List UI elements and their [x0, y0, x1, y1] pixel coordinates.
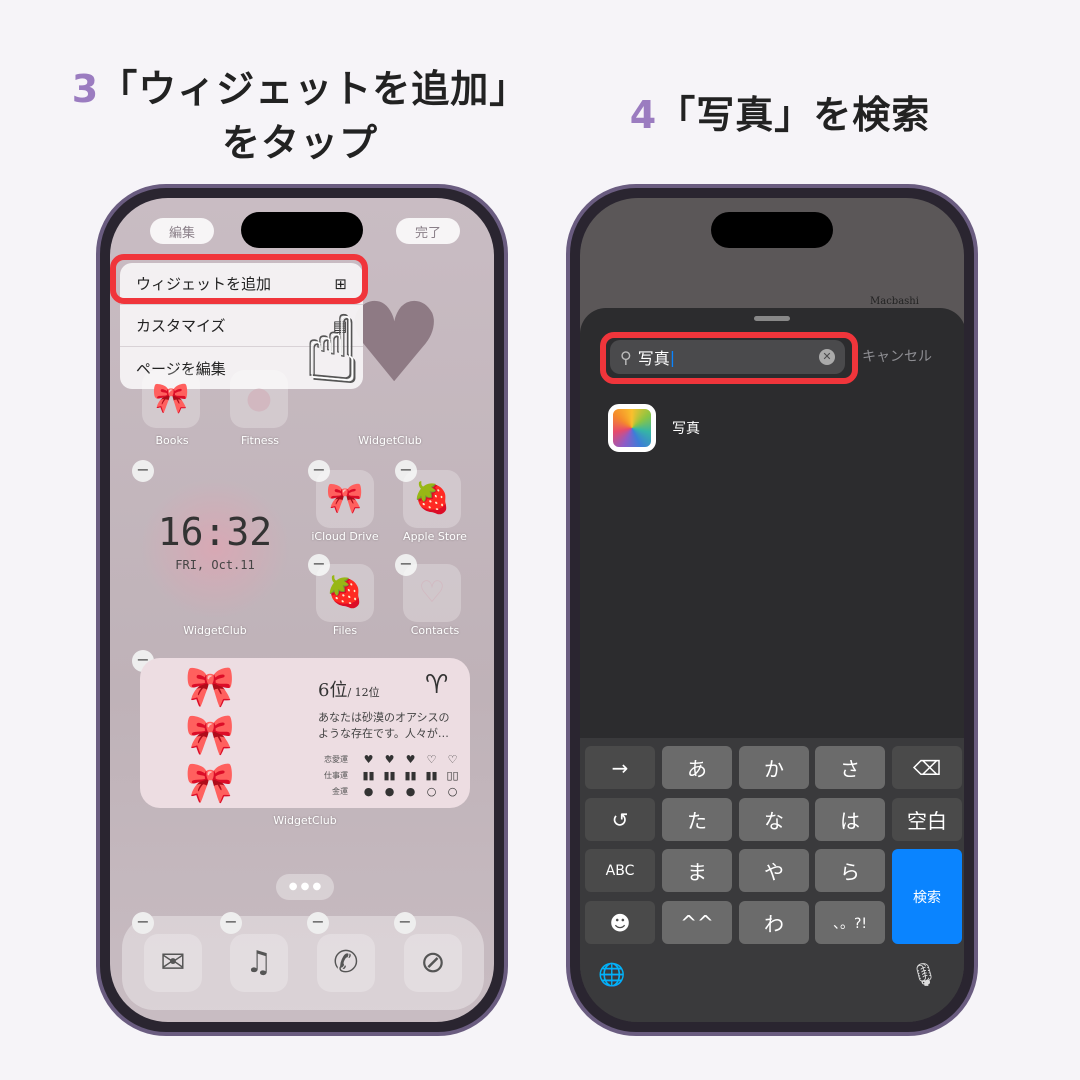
key[interactable]: や	[739, 849, 809, 892]
apple-store-app[interactable]: 🍓	[403, 470, 461, 528]
remove-app-button[interactable]: −	[394, 912, 416, 934]
fortune-row: 仕事運 ▮▮ ▮▮ ▮▮ ▮▮ ▯▯	[308, 767, 468, 783]
book-icon: ▮▮	[404, 768, 417, 782]
key[interactable]: な	[739, 798, 809, 841]
icloud-drive-app[interactable]: 🎀	[316, 470, 374, 528]
key[interactable]: 空白	[892, 798, 962, 841]
mail-icon[interactable]: ✉	[144, 934, 202, 992]
globe-icon[interactable]: 🌐	[598, 963, 625, 988]
heart-icon: ♥	[384, 752, 395, 766]
coin-icon: ●	[384, 784, 395, 798]
key[interactable]: ま	[662, 849, 732, 892]
keyboard: → あかさ ⌫ ↺ たなは空白 ABC まやら検索 ☻ ^^ わ、。?! 🌐 🎙	[580, 738, 964, 1022]
right-phone: Macbashi ⚲ 写真 | ✕ キャンセル 写真 → あかさ ⌫ ↺ たなは空白 ABC ま…	[566, 184, 978, 1036]
widget-sheet: ⚲ 写真 | ✕ キャンセル 写真 → あかさ ⌫ ↺ たなは空白 ABC まやら検索 ☻ ^^ わ、…	[580, 308, 964, 1022]
bows-image: 🎀 🎀 🎀	[185, 664, 235, 806]
heart-icon: ♥	[405, 752, 416, 766]
step4-title: 4「写真」を検索	[629, 93, 931, 137]
coin-icon: ●	[363, 784, 374, 798]
key[interactable]: ↺	[585, 798, 655, 841]
dynamic-island	[241, 212, 363, 248]
edit-button[interactable]: 編集	[150, 218, 214, 244]
dynamic-island	[711, 212, 833, 248]
heart-icon: ♥	[363, 752, 374, 766]
key[interactable]: か	[739, 746, 809, 789]
highlight-box	[110, 254, 368, 304]
mic-icon[interactable]: 🎙	[910, 963, 938, 988]
contacts-app[interactable]: ♡	[403, 564, 461, 622]
heart-decoration: ♥	[345, 279, 444, 407]
key[interactable]: ^^	[662, 901, 732, 944]
fortune-row: 恋愛運 ♥ ♥ ♥ ♡ ♡	[308, 751, 468, 767]
key[interactable]: ☻	[585, 901, 655, 944]
cancel-button[interactable]: キャンセル	[862, 346, 932, 366]
page-indicator[interactable]: ● ● ●	[276, 874, 334, 900]
key[interactable]: さ	[815, 746, 885, 789]
coin-icon: ○	[447, 784, 458, 798]
fitness-app[interactable]: ●	[230, 370, 288, 428]
files-app[interactable]: 🍓	[316, 564, 374, 622]
search-key[interactable]: 検索	[892, 849, 962, 944]
book-icon: ▯▯	[446, 768, 459, 782]
remove-app-button[interactable]: −	[132, 912, 154, 934]
search-highlight-box	[600, 332, 858, 384]
music-icon[interactable]: ♫	[230, 934, 288, 992]
widget-search-screen: Macbashi ⚲ 写真 | ✕ キャンセル 写真 → あかさ ⌫ ↺ たなは空白 ABC ま…	[580, 198, 964, 1022]
heart-icon: ♡	[447, 752, 458, 766]
tap-hand-icon: ☝	[305, 298, 360, 403]
phone-icon[interactable]: ✆	[317, 934, 375, 992]
key[interactable]: わ	[739, 901, 809, 944]
done-button[interactable]: 完了	[396, 218, 460, 244]
key[interactable]: は	[815, 798, 885, 841]
remove-app-button[interactable]: −	[307, 912, 329, 934]
key[interactable]: あ	[662, 746, 732, 789]
coin-icon: ○	[426, 784, 437, 798]
book-icon: ▮▮	[425, 768, 438, 782]
key[interactable]: 、。?!	[815, 901, 885, 944]
key[interactable]: →	[585, 746, 655, 789]
remove-app-button[interactable]: −	[220, 912, 242, 934]
horoscope-widget[interactable]: 🎀 🎀 🎀 6位/ 12位 ♈ あなたは砂漠のオアシスのような存在です。人々が… 恋…	[140, 658, 470, 808]
book-icon: ▮▮	[362, 768, 375, 782]
step3-title: 3「ウィジェットを追加」 をタップ	[71, 67, 529, 165]
sheet-grabber[interactable]	[754, 316, 790, 321]
key[interactable]: ABC	[585, 849, 655, 892]
key[interactable]: た	[662, 798, 732, 841]
remove-widget-button[interactable]: −	[132, 460, 154, 482]
home-screen: 編集 完了 ♥ ウィジェットを追加 ⊞ カスタマイズ ▤ ページを編集 ☝ 🎀 Bo…	[110, 198, 494, 1022]
left-phone: 編集 完了 ♥ ウィジェットを追加 ⊞ カスタマイズ ▤ ページを編集 ☝ 🎀 Bo…	[96, 184, 508, 1036]
clock-widget[interactable]: 16:32 FRI, Oct.11	[140, 478, 290, 618]
dock: − ✉ − ♫ − ✆ − ⊘	[122, 912, 484, 1010]
fortune-rows: 恋愛運 ♥ ♥ ♥ ♡ ♡ 仕事運 ▮▮ ▮▮ ▮▮ ▮▮ ▯▯ 金運 ● ● ● ○ ○	[308, 751, 468, 799]
book-icon: ▮▮	[383, 768, 396, 782]
photos-app-icon	[608, 404, 656, 452]
search-result-photos[interactable]: 写真	[608, 404, 700, 452]
books-app[interactable]: 🎀	[142, 370, 200, 428]
heart-icon: ♡	[426, 752, 437, 766]
fortune-row: 金運 ● ● ● ○ ○	[308, 783, 468, 799]
coin-icon: ●	[405, 784, 416, 798]
key[interactable]: ⌫	[892, 746, 962, 789]
aries-icon: ♈	[425, 670, 449, 700]
key[interactable]: ら	[815, 849, 885, 892]
safari-icon[interactable]: ⊘	[404, 934, 462, 992]
